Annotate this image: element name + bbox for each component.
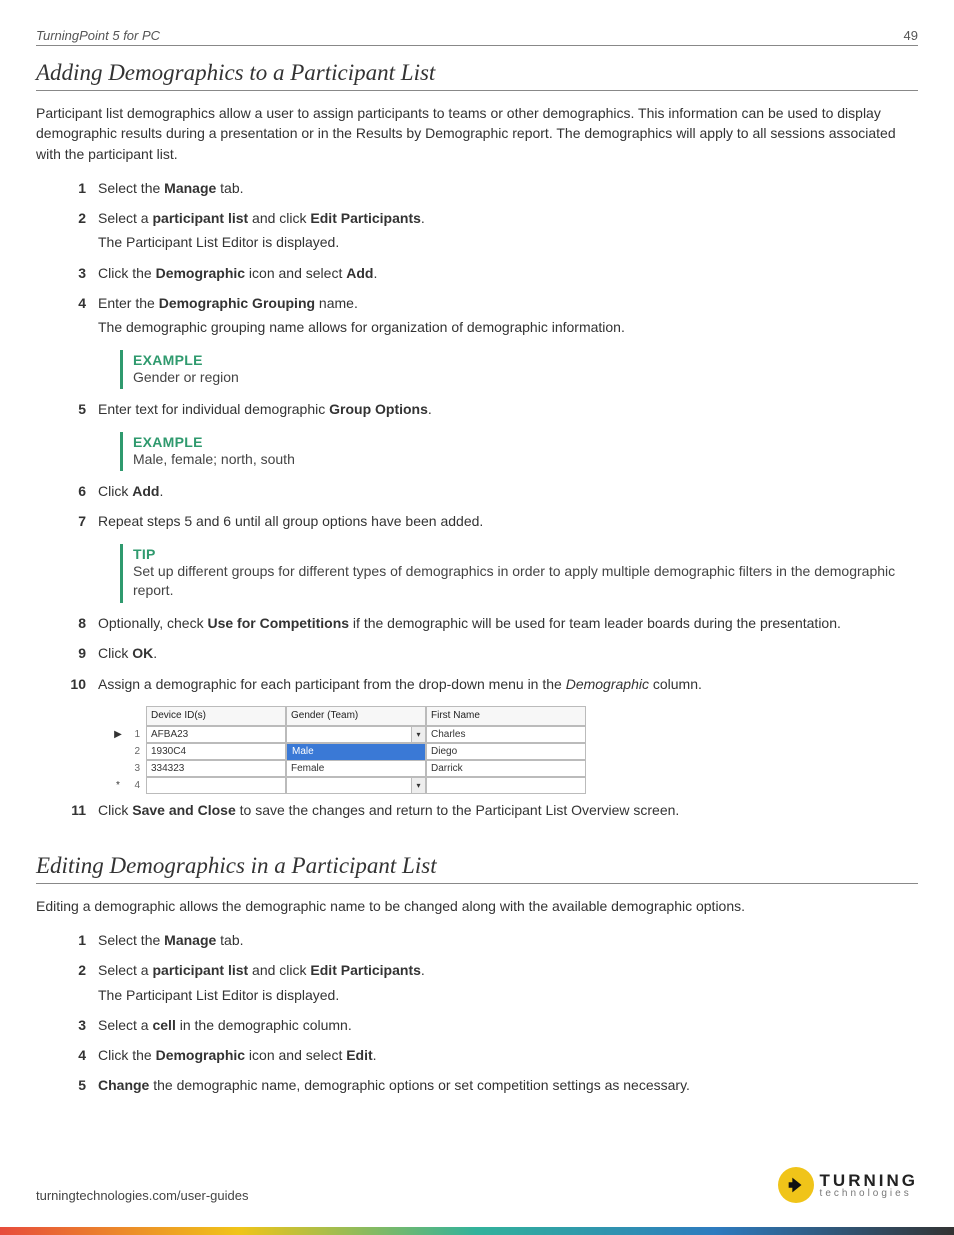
step-number: 10	[62, 674, 86, 694]
step-item: 7Repeat steps 5 and 6 until all group op…	[62, 511, 918, 535]
step-item: 11Click Save and Close to save the chang…	[62, 800, 918, 824]
steps-list-1: 1Select the Manage tab. 2Select a partici…	[36, 178, 918, 825]
demographic-table-screenshot: Device ID(s)Gender (Team)First Name▶1AFB…	[110, 706, 610, 795]
table-row: 21930C4MaleDiego	[110, 743, 610, 760]
step-number: 4	[62, 293, 86, 313]
step-number: 2	[62, 208, 86, 228]
footer-logo: TURNING technologies	[778, 1167, 918, 1203]
step-number: 2	[62, 960, 86, 980]
table-column-header: Device ID(s)	[146, 706, 286, 727]
dropdown-arrow-icon[interactable]: ▾	[411, 727, 425, 742]
step-item: 6Click Add.	[62, 481, 918, 505]
logo-mark-icon	[778, 1167, 814, 1203]
dropdown-arrow-icon[interactable]: ▾	[411, 778, 425, 793]
step-item: 1Select the Manage tab.	[62, 930, 918, 954]
step-item: 4Click the Demographic icon and select E…	[62, 1045, 918, 1069]
step-item: 5Change the demographic name, demographi…	[62, 1075, 918, 1099]
step-number: 6	[62, 481, 86, 501]
step-item: 8Optionally, check Use for Competitions …	[62, 613, 918, 637]
step-item: 5Enter text for individual demographic G…	[62, 399, 918, 423]
step-item: 2Select a participant list and click Edi…	[62, 208, 918, 257]
step-number: 11	[62, 800, 86, 820]
footer-gradient-bar	[0, 1227, 954, 1235]
table-column-header: Gender (Team)	[286, 706, 426, 727]
step-number: 9	[62, 643, 86, 663]
section1-intro: Participant list demographics allow a us…	[36, 103, 918, 164]
table-column-header: First Name	[426, 706, 586, 727]
doc-title: TurningPoint 5 for PC	[36, 28, 160, 43]
step-item: 2Select a participant list and click Edi…	[62, 960, 918, 1009]
footer-url: turningtechnologies.com/user-guides	[36, 1188, 248, 1203]
step-item: 10Assign a demographic for each particip…	[62, 674, 918, 698]
page-header: TurningPoint 5 for PC 49	[36, 28, 918, 46]
section-heading-edit: Editing Demographics in a Participant Li…	[36, 853, 918, 884]
callout-tip: TIPSet up different groups for different…	[120, 544, 918, 603]
step-number: 3	[62, 1015, 86, 1035]
logo-text-1: TURNING	[820, 1172, 918, 1189]
logo-text-2: technologies	[820, 1189, 918, 1199]
table-row: 3334323FemaleDarrick	[110, 760, 610, 777]
step-item: 1Select the Manage tab.	[62, 178, 918, 202]
step-number: 3	[62, 263, 86, 283]
step-item: 3Select a cell in the demographic column…	[62, 1015, 918, 1039]
table-row: *4▾	[110, 777, 610, 794]
section-heading-add: Adding Demographics to a Participant Lis…	[36, 60, 918, 91]
page-number: 49	[904, 28, 918, 43]
callout-example: EXAMPLEMale, female; north, south	[120, 432, 918, 472]
step-number: 1	[62, 178, 86, 198]
page-footer: turningtechnologies.com/user-guides TURN…	[36, 1167, 918, 1203]
step-item: 3Click the Demographic icon and select A…	[62, 263, 918, 287]
section2-intro: Editing a demographic allows the demogra…	[36, 896, 918, 916]
step-number: 5	[62, 1075, 86, 1095]
step-number: 8	[62, 613, 86, 633]
table-row: ▶1AFBA23▾Charles	[110, 726, 610, 743]
step-item: 9Click OK.	[62, 643, 918, 667]
steps-list-2: 1Select the Manage tab. 2Select a partici…	[36, 930, 918, 1100]
step-number: 1	[62, 930, 86, 950]
step-number: 4	[62, 1045, 86, 1065]
step-item: 4Enter the Demographic Grouping name.The…	[62, 293, 918, 342]
step-number: 5	[62, 399, 86, 419]
step-number: 7	[62, 511, 86, 531]
callout-example: EXAMPLEGender or region	[120, 350, 918, 390]
